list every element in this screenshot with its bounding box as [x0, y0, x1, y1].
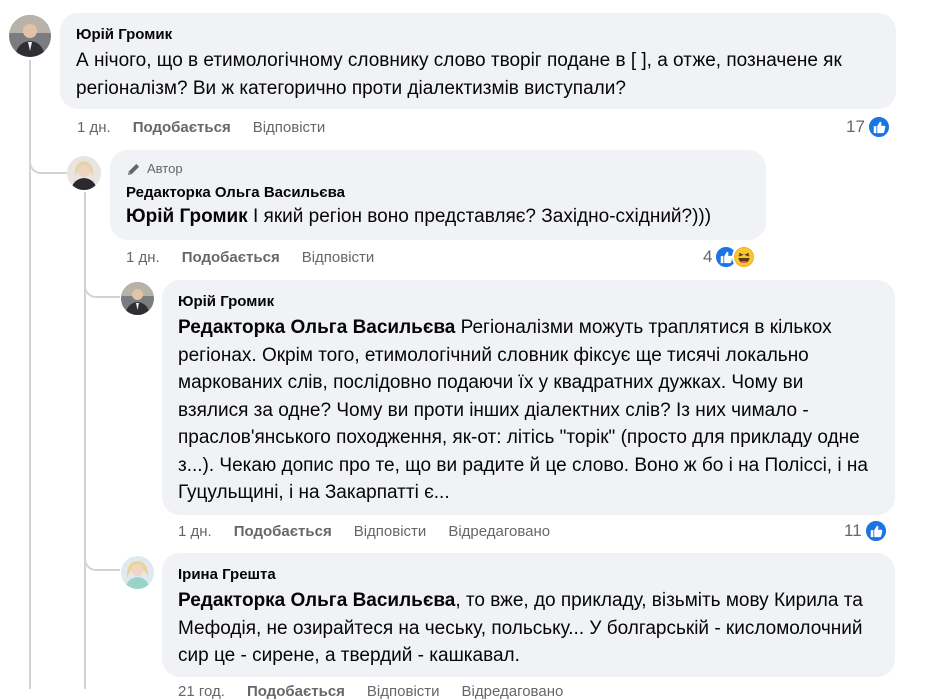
reply-button[interactable]: Відповісти: [302, 249, 375, 266]
comment-time[interactable]: 1 дн.: [178, 523, 212, 540]
comment-author[interactable]: Юрій Громик: [76, 25, 880, 45]
comment-actions: 1 дн. Подобається Відповісти: [126, 249, 374, 266]
like-button[interactable]: Подобається: [234, 523, 332, 540]
haha-reaction-icon: [732, 245, 757, 269]
mention-link[interactable]: Юрій Громик: [126, 206, 248, 227]
author-badge-label: Автор: [147, 161, 183, 176]
comment-text: Юрій Громик І який регіон воно представл…: [126, 203, 750, 231]
mention-link[interactable]: Редакторка Ольга Васильєва: [178, 317, 455, 338]
comment-time[interactable]: 21 год.: [178, 683, 225, 700]
comment-time[interactable]: 1 дн.: [126, 249, 160, 266]
reaction-count: 17: [846, 117, 865, 136]
avatar[interactable]: [121, 282, 154, 315]
comment-bubble: Ірина Грешта Редакторка Ольга Васильєва,…: [162, 553, 895, 677]
like-button[interactable]: Подобається: [133, 119, 231, 136]
reactions-summary[interactable]: 11: [844, 519, 888, 543]
comment-time[interactable]: 1 дн.: [77, 119, 111, 136]
comment-actions: 1 дн. Подобається Відповісти Відредагова…: [178, 523, 550, 540]
avatar[interactable]: [9, 15, 51, 57]
comment-actions: 1 дн. Подобається Відповісти: [77, 119, 325, 136]
mention-link[interactable]: Редакторка Ольга Васильєва: [178, 590, 455, 611]
edited-label[interactable]: Відредаговано: [448, 523, 550, 540]
avatar[interactable]: [121, 556, 154, 589]
reactions-summary[interactable]: 17: [846, 115, 891, 139]
thread-line-main: [29, 60, 31, 689]
comment-author[interactable]: Юрій Громик: [178, 292, 879, 312]
thread-connector-1: [29, 158, 67, 174]
comment-author[interactable]: Редакторка Ольга Васильєва: [126, 183, 750, 203]
comment-bubble: Юрій Громик Редакторка Ольга Васильєва Р…: [162, 280, 895, 515]
reply-button[interactable]: Відповісти: [253, 119, 326, 136]
comment-text: А нічого, що в етимологічному словнику с…: [76, 50, 842, 99]
avatar[interactable]: [67, 156, 101, 190]
comment-actions: 21 год. Подобається Відповісти Відредаго…: [178, 683, 563, 700]
comment-author[interactable]: Ірина Грешта: [178, 565, 879, 585]
comment-bubble: Автор Редакторка Ольга Васильєва Юрій Гр…: [110, 150, 766, 240]
reply-button[interactable]: Відповісти: [367, 683, 440, 700]
pencil-icon: [127, 163, 140, 175]
comment-body: І який регіон воно представляє? Західно-…: [252, 206, 712, 227]
comment-bubble: Юрій Громик А нічого, що в етимологічном…: [60, 13, 896, 109]
like-button[interactable]: Подобається: [247, 683, 345, 700]
reaction-count: 4: [703, 247, 713, 266]
reactions-summary[interactable]: 4: [703, 245, 757, 269]
reply-button[interactable]: Відповісти: [354, 523, 427, 540]
like-button[interactable]: Подобається: [182, 249, 280, 266]
thread-connector-3: [84, 555, 120, 571]
like-reaction-icon: [866, 115, 891, 139]
author-badge: Автор: [126, 160, 750, 178]
edited-label[interactable]: Відредаговано: [462, 683, 564, 700]
comment-body: Регіоналізми можуть траплятися в кількох…: [178, 317, 868, 503]
thread-line-sub: [84, 192, 86, 689]
comment-text: Редакторка Ольга Васильєва, то вже, до п…: [178, 587, 879, 670]
comment-text: Редакторка Ольга Васильєва Регіоналізми …: [178, 314, 879, 507]
thread-connector-2: [84, 282, 120, 298]
like-reaction-icon: [863, 519, 888, 543]
reaction-count: 11: [844, 521, 862, 540]
